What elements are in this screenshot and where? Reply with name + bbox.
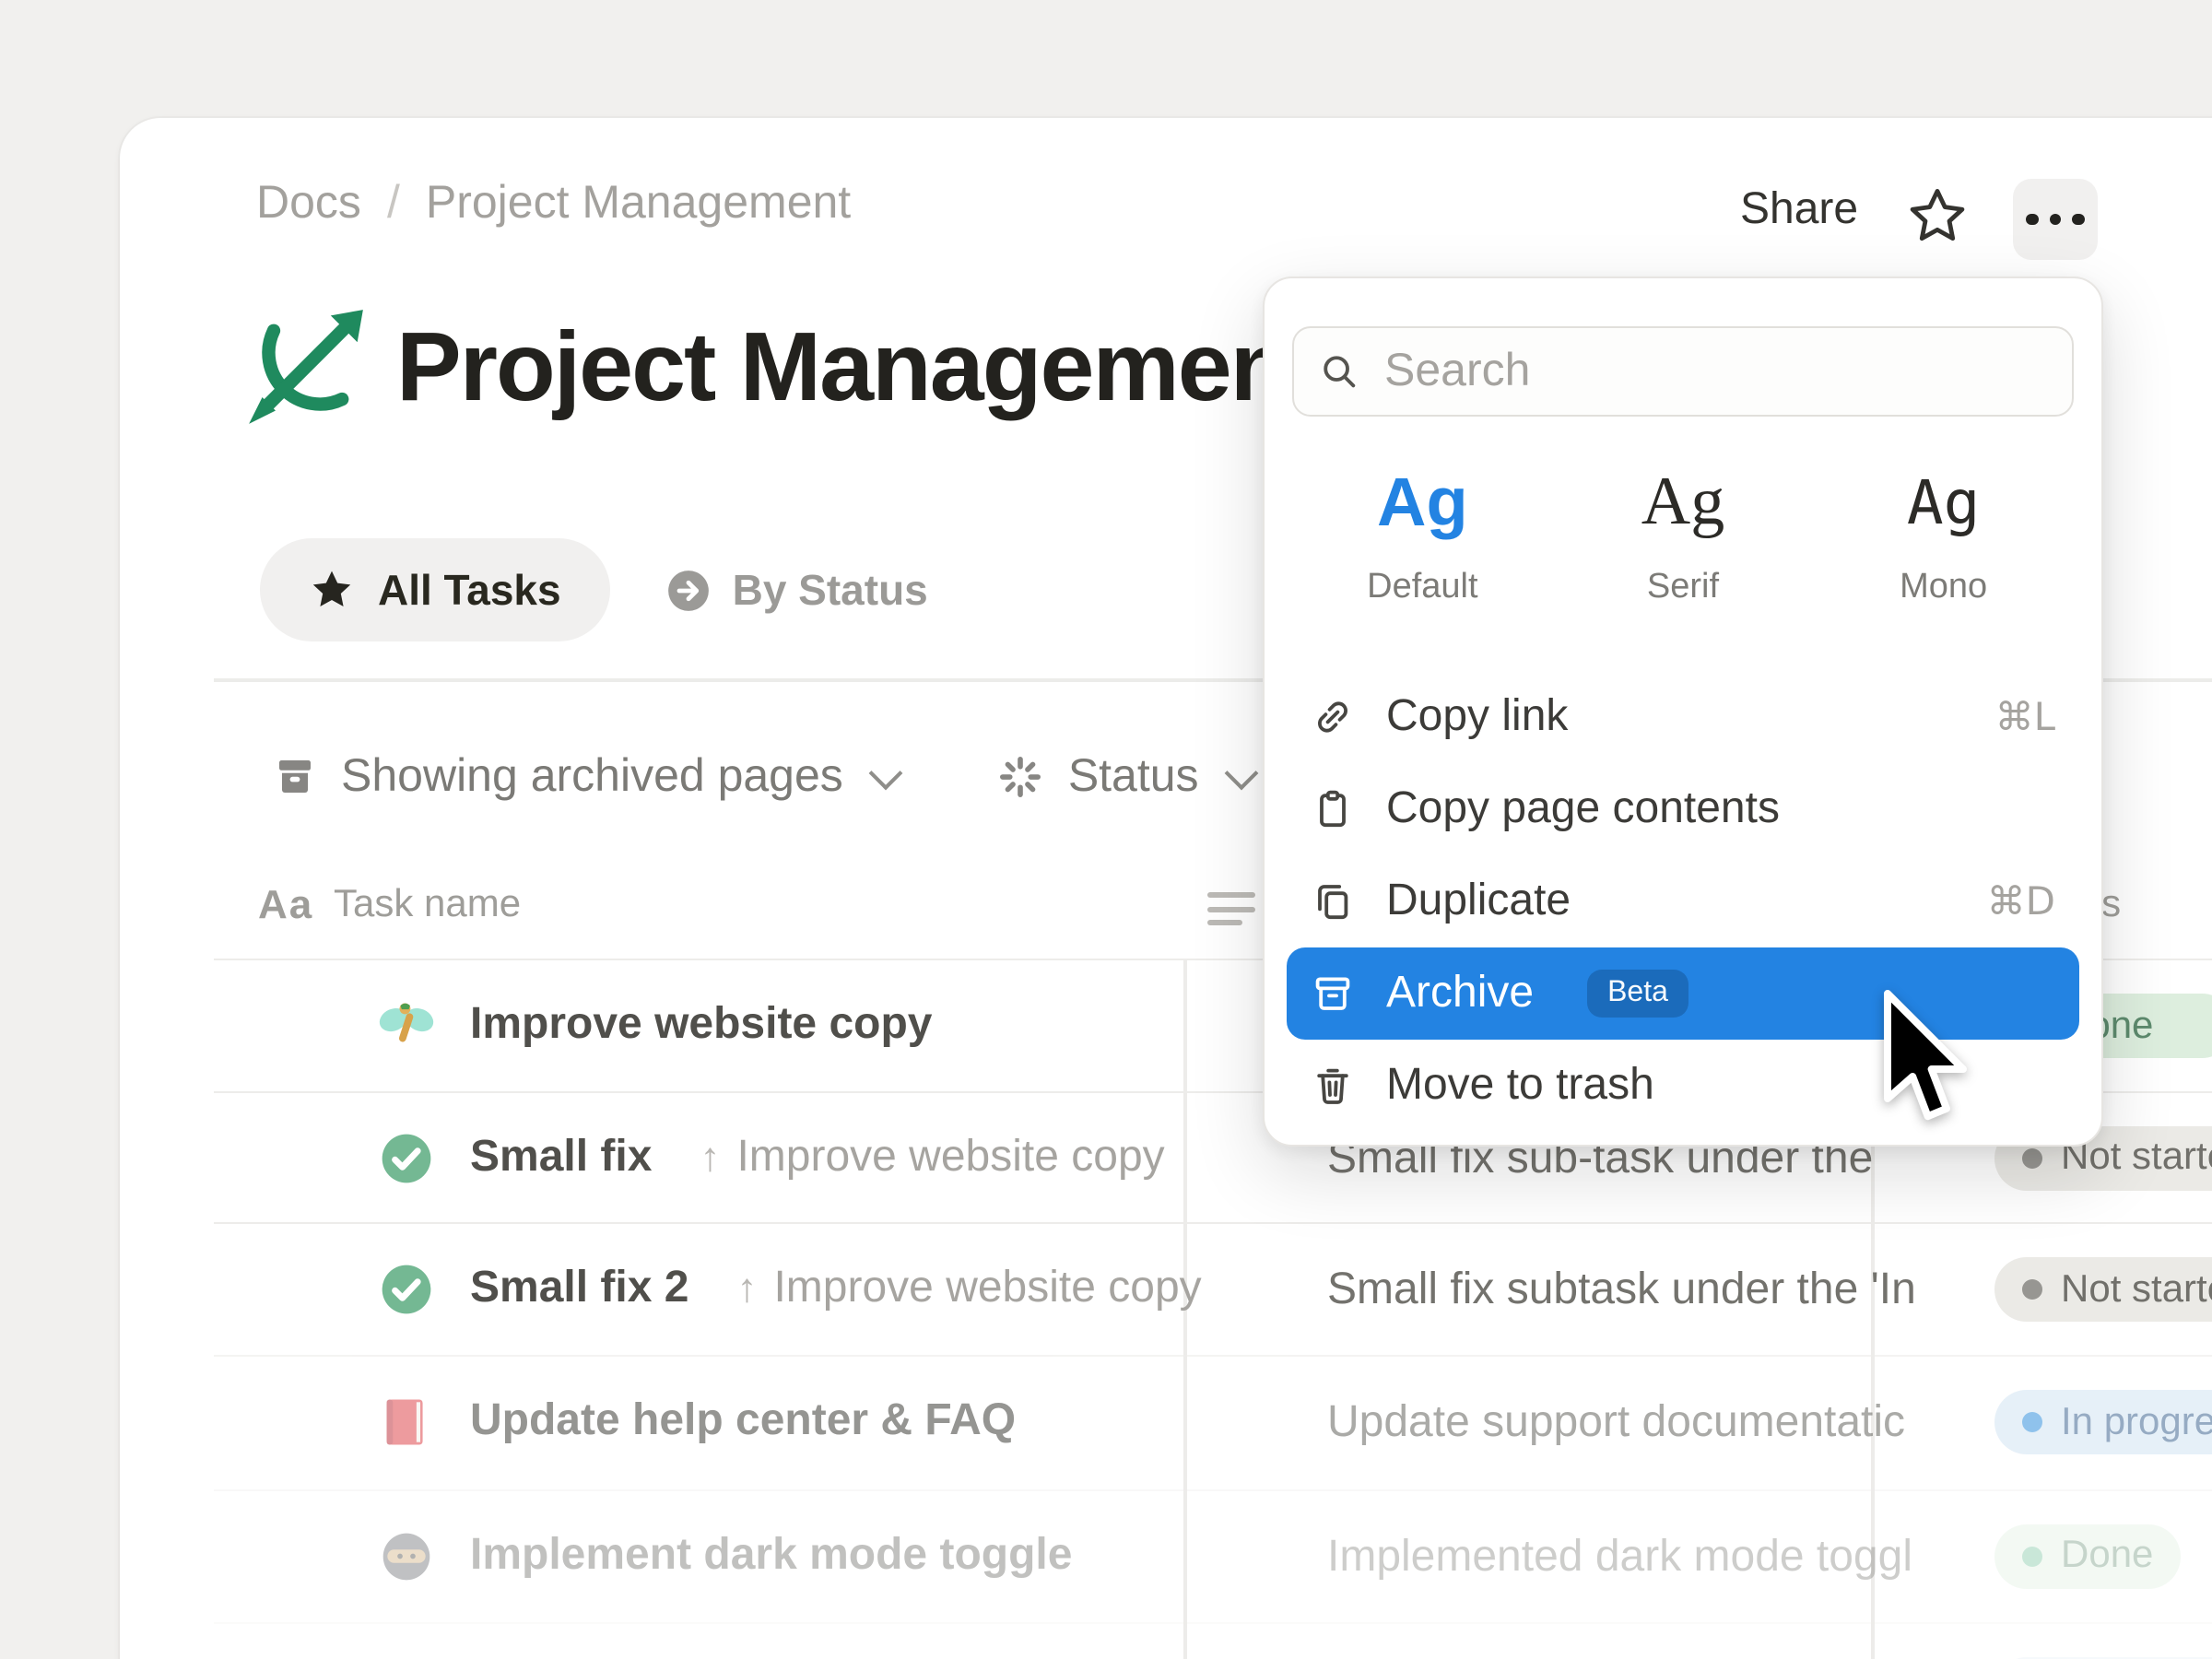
circle-arrow-icon [666, 567, 712, 613]
breadcrumb-docs[interactable]: Docs [256, 177, 361, 230]
view-tabs: All Tasks By Status [260, 538, 928, 641]
font-label: Serif [1553, 568, 1814, 608]
column-header-task-name[interactable]: Task name [334, 883, 521, 927]
status-cell[interactable]: Not started [1994, 1257, 2212, 1322]
beta-badge: Beta [1587, 970, 1688, 1018]
status-badge: Done [1994, 1524, 2181, 1588]
status-filter-label: Status [1068, 749, 1199, 803]
favorite-star-icon[interactable] [1906, 184, 1969, 247]
spinner-icon [998, 753, 1044, 799]
bow-arrow-icon[interactable] [245, 306, 367, 428]
breadcrumb-separator: / [387, 177, 400, 230]
menu-item-duplicate[interactable]: Duplicate ⌘D [1287, 855, 2079, 947]
chevron-down-icon [1225, 756, 1259, 790]
tab-label: All Tasks [378, 565, 561, 615]
clipboard-icon [1311, 787, 1355, 831]
up-arrow-icon: ↑ [700, 1133, 720, 1181]
ninja-icon [378, 1527, 435, 1584]
shortcut-label: ⌘L [1995, 695, 2055, 739]
task-name[interactable]: Update help center & FAQ [470, 1395, 1016, 1447]
font-sample: Ag [1553, 455, 1814, 551]
parent-task-ref[interactable]: ↑Improve website copy [700, 1131, 1164, 1182]
tab-all-tasks[interactable]: All Tasks [260, 538, 611, 641]
status-badge: Not started [1994, 1257, 2212, 1322]
filter-bar: Showing archived pages [273, 737, 1258, 815]
search-icon [1318, 350, 1360, 393]
tab-label: By Status [733, 565, 928, 615]
check-circle-icon [378, 1129, 435, 1186]
duplicate-icon [1311, 879, 1355, 924]
status-badge: In progress [1994, 1390, 2212, 1454]
task-description[interactable]: Update support documentatic [1327, 1397, 1976, 1449]
page-title[interactable]: Project Management [396, 311, 1319, 423]
book-icon [378, 1394, 435, 1451]
task-name[interactable]: Implement dark mode toggle [470, 1529, 1072, 1581]
font-sample: Ag [1292, 455, 1553, 551]
table-row[interactable]: Implement dark mode toggle Implemented d… [214, 1488, 2212, 1622]
task-description[interactable]: Implemented dark mode toggl [1327, 1531, 1976, 1583]
status-cell[interactable]: Done [1994, 1524, 2181, 1588]
more-options-button[interactable] [2013, 179, 2098, 260]
shortcut-label: ⌘D [1987, 879, 2055, 924]
archived-filter[interactable]: Showing archived pages [273, 749, 902, 803]
font-picker: Ag Default Ag Serif Ag Mono [1292, 455, 2074, 608]
check-circle-icon [378, 1261, 435, 1318]
font-option-mono[interactable]: Ag Mono [1813, 455, 2074, 608]
search-input[interactable] [1381, 343, 2048, 400]
table-row[interactable]: Redesign navigation menu Complete redesi… [214, 1622, 2212, 1659]
fairy-icon [378, 997, 435, 1054]
tab-by-status[interactable]: By Status [666, 565, 928, 615]
task-description[interactable]: Small fix subtask under the 'In [1327, 1265, 1976, 1316]
font-option-serif[interactable]: Ag Serif [1553, 455, 1814, 608]
font-label: Mono [1813, 568, 2074, 608]
task-name[interactable]: Small fix 2 ↑Improve website copy [470, 1263, 1202, 1314]
menu-item-copy-link[interactable]: Copy link ⌘L [1287, 671, 2079, 763]
text-property-icon: Aa [258, 881, 313, 929]
archive-icon [1311, 971, 1355, 1016]
status-cell[interactable]: In progress [1994, 1390, 2212, 1454]
menu-search[interactable] [1292, 326, 2074, 417]
font-option-default[interactable]: Ag Default [1292, 455, 1553, 608]
page-title-row: Project Management [245, 306, 1319, 428]
breadcrumb-current[interactable]: Project Management [426, 177, 851, 230]
table-row[interactable]: Update help center & FAQ Update support … [214, 1355, 2212, 1488]
up-arrow-icon: ↑ [736, 1265, 757, 1312]
menu-item-copy-page-contents[interactable]: Copy page contents [1287, 763, 2079, 855]
page-options-menu: Ag Default Ag Serif Ag Mono [1263, 276, 2103, 1147]
chevron-down-icon [869, 756, 903, 790]
font-sample: Ag [1813, 455, 2074, 551]
mouse-cursor [1877, 988, 1976, 1132]
link-icon [1311, 695, 1355, 739]
archive-box-icon [273, 754, 317, 798]
description-property-icon[interactable] [1207, 892, 1255, 934]
font-label: Default [1292, 568, 1553, 608]
status-filter[interactable]: Status [998, 749, 1258, 803]
breadcrumb: Docs / Project Management [256, 177, 851, 230]
parent-task-ref[interactable]: ↑Improve website copy [736, 1263, 1201, 1314]
task-name[interactable]: Improve website copy [470, 999, 933, 1051]
archived-filter-label: Showing archived pages [341, 749, 843, 803]
share-button[interactable]: Share [1740, 184, 1858, 236]
app-window: Docs / Project Management Share [0, 0, 2212, 1659]
task-name[interactable]: Small fix ↑Improve website copy [470, 1131, 1165, 1182]
table-row[interactable]: Small fix 2 ↑Improve website copy Small … [214, 1222, 2212, 1356]
star-icon [310, 568, 354, 612]
trash-icon [1311, 1064, 1355, 1108]
